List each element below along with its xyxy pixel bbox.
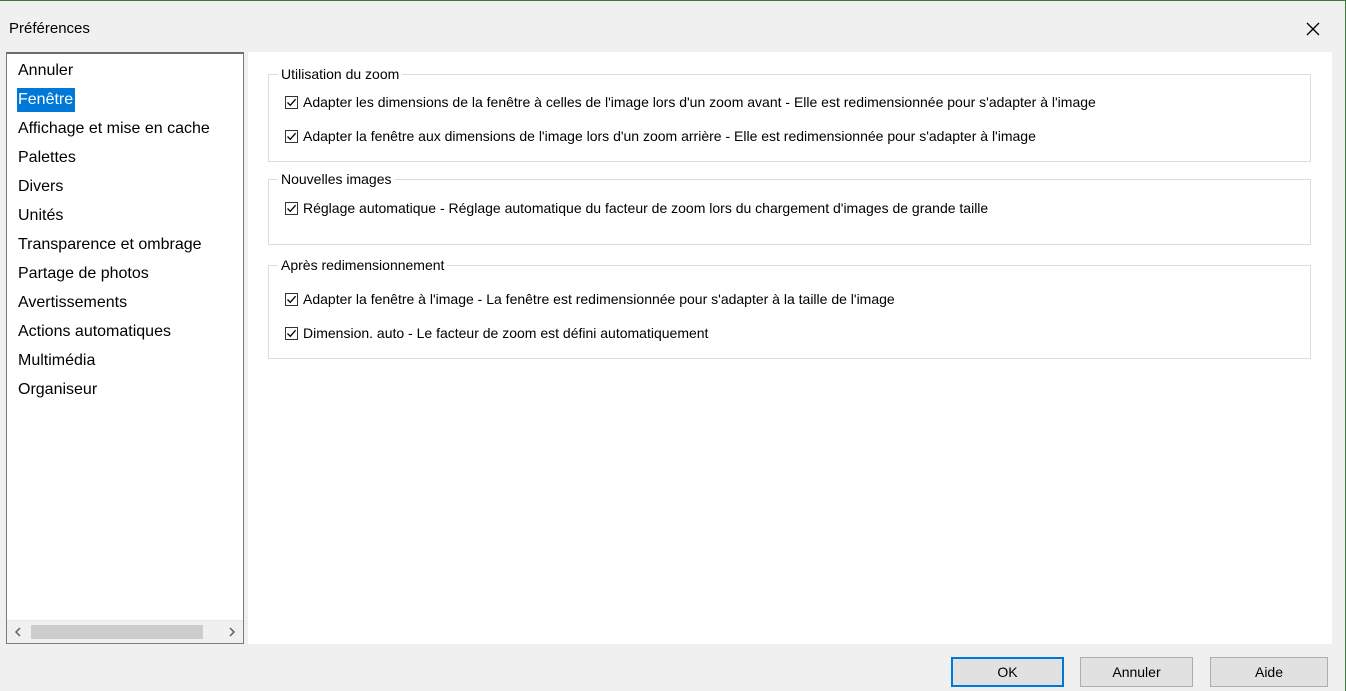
scrollbar-thumb[interactable]: [31, 625, 203, 639]
category-item-label: Annuler: [18, 62, 74, 79]
scroll-left-button[interactable]: [7, 621, 29, 643]
category-item-label: Divers: [18, 178, 64, 195]
settings-panel: Utilisation du zoom Adapter les dimensio…: [248, 52, 1332, 644]
chevron-right-icon: [229, 627, 236, 637]
category-item-label: Partage de photos: [18, 265, 149, 282]
chevron-left-icon: [14, 627, 21, 637]
window-title: Préférences: [9, 20, 90, 37]
category-item-label: Unités: [18, 207, 64, 224]
zoom-out-resize-option[interactable]: Adapter la fenêtre aux dimensions de l'i…: [285, 128, 1036, 144]
category-item-avertissements[interactable]: Avertissements: [7, 290, 245, 319]
option-label: Adapter la fenêtre à l'image - La fenêtr…: [303, 291, 895, 307]
window-accent-border: [0, 0, 1346, 1]
category-item-actions[interactable]: Actions automatiques: [7, 319, 245, 348]
category-item-palettes[interactable]: Palettes: [7, 145, 245, 174]
category-item-partage[interactable]: Partage de photos: [7, 261, 245, 290]
category-item-fenetre[interactable]: Fenêtre: [7, 87, 245, 116]
category-item-label: Palettes: [18, 149, 76, 166]
category-item-organiseur[interactable]: Organiseur: [7, 377, 245, 406]
category-item-affichage[interactable]: Affichage et mise en cache: [7, 116, 245, 145]
category-item-label: Organiseur: [18, 381, 98, 398]
category-item-transparence[interactable]: Transparence et ombrage: [7, 232, 245, 261]
checkmark-icon: [287, 98, 297, 106]
close-icon: [1306, 22, 1320, 36]
checkbox[interactable]: [285, 95, 298, 109]
auto-adjust-option[interactable]: Réglage automatique - Réglage automatiqu…: [285, 200, 988, 216]
ok-button[interactable]: OK: [951, 657, 1064, 687]
checkmark-icon: [287, 329, 297, 337]
option-label: Réglage automatique - Réglage automatiqu…: [303, 200, 989, 216]
fit-window-option[interactable]: Adapter la fenêtre à l'image - La fenêtr…: [285, 291, 895, 307]
zoom-in-resize-option[interactable]: Adapter les dimensions de la fenêtre à c…: [285, 94, 1096, 110]
category-list[interactable]: Annuler Fenêtre Affichage et mise en cac…: [6, 52, 244, 644]
option-label: Adapter la fenêtre aux dimensions de l'i…: [303, 128, 1036, 144]
category-item-annuler[interactable]: Annuler: [7, 58, 245, 87]
category-item-multimedia[interactable]: Multimédia: [7, 348, 245, 377]
auto-dimension-option[interactable]: Dimension. auto - Le facteur de zoom est…: [285, 325, 708, 341]
category-item-label: Transparence et ombrage: [18, 236, 202, 253]
option-label: Adapter les dimensions de la fenêtre à c…: [303, 94, 1096, 110]
checkbox[interactable]: [285, 292, 298, 306]
checkbox[interactable]: [285, 201, 298, 215]
option-label: Dimension. auto - Le facteur de zoom est…: [303, 325, 709, 341]
checkmark-icon: [287, 132, 297, 140]
checkmark-icon: [287, 295, 297, 303]
checkmark-icon: [287, 204, 297, 212]
checkbox[interactable]: [285, 326, 298, 340]
after-resize-group: Après redimensionnement Adapter la fenêt…: [268, 257, 1311, 359]
group-title: Utilisation du zoom: [281, 66, 400, 82]
group-title: Nouvelles images: [281, 171, 392, 187]
help-button[interactable]: Aide: [1210, 657, 1328, 687]
new-images-group: Nouvelles images Réglage automatique - R…: [268, 171, 1311, 245]
category-items: Annuler Fenêtre Affichage et mise en cac…: [7, 58, 245, 406]
category-item-label: Avertissements: [18, 294, 128, 311]
close-button[interactable]: [1298, 14, 1328, 44]
category-item-label: Actions automatiques: [18, 323, 171, 340]
zoom-usage-group: Utilisation du zoom Adapter les dimensio…: [268, 66, 1311, 162]
group-title: Après redimensionnement: [281, 257, 445, 273]
category-item-divers[interactable]: Divers: [7, 174, 245, 203]
checkbox[interactable]: [285, 129, 298, 143]
scroll-right-button[interactable]: [221, 621, 243, 643]
horizontal-scrollbar[interactable]: [7, 620, 243, 643]
category-item-label: Affichage et mise en cache: [18, 120, 210, 137]
category-item-label: Fenêtre: [17, 88, 76, 112]
cancel-button[interactable]: Annuler: [1080, 657, 1193, 687]
category-item-label: Multimédia: [18, 352, 96, 369]
category-item-unites[interactable]: Unités: [7, 203, 245, 232]
